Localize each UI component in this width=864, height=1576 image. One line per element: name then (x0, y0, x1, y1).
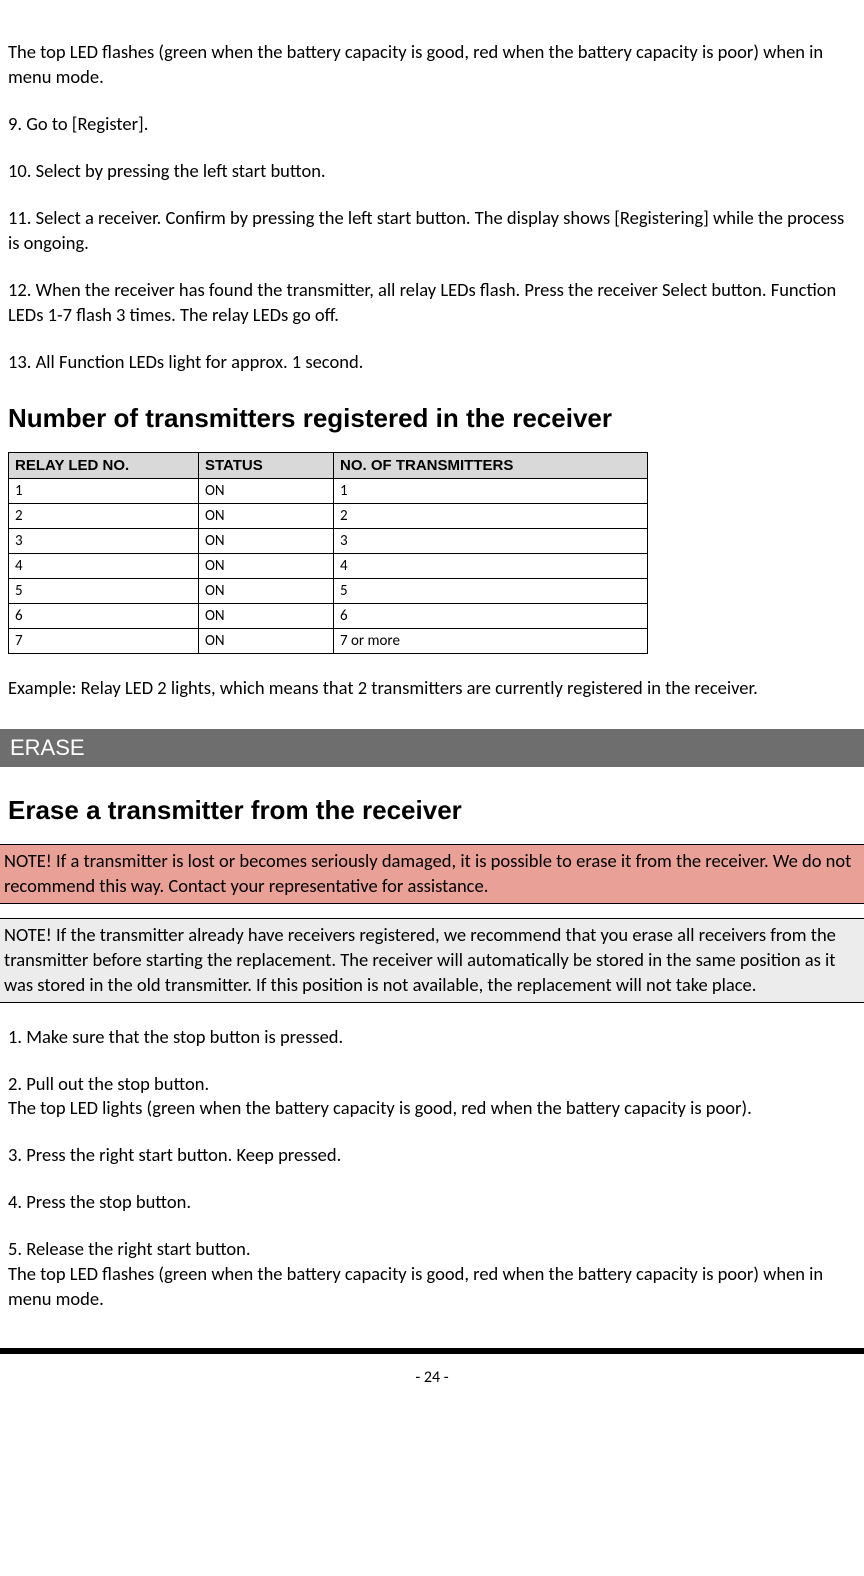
table-row: 2 ON 2 (9, 503, 648, 528)
cell-count: 5 (334, 578, 648, 603)
erase-step-2-line1: 2. Pull out the stop button. (8, 1072, 209, 1095)
cell-relay: 4 (9, 553, 199, 578)
cell-status: ON (199, 603, 334, 628)
step-10: 10. Select by pressing the left start bu… (8, 159, 856, 184)
cell-relay: 5 (9, 578, 199, 603)
cell-relay: 2 (9, 503, 199, 528)
step-9: 9. Go to [Register]. (8, 112, 856, 137)
table-row: 4 ON 4 (9, 553, 648, 578)
cell-status: ON (199, 578, 334, 603)
erase-step-5-line1: 5. Release the right start button. (8, 1237, 251, 1260)
cell-status: ON (199, 628, 334, 653)
table-row: 1 ON 1 (9, 478, 648, 503)
cell-count: 7 or more (334, 628, 648, 653)
cell-count: 3 (334, 528, 648, 553)
erase-step-5: 5. Release the right start button. The t… (8, 1237, 856, 1312)
cell-relay: 7 (9, 628, 199, 653)
note-warning-box: NOTE! If a transmitter is lost or become… (0, 844, 864, 904)
note-gray-box: NOTE! If the transmitter already have re… (0, 918, 864, 1003)
heading-transmitters-registered: Number of transmitters registered in the… (8, 403, 856, 434)
cell-status: ON (199, 553, 334, 578)
document-page: The top LED flashes (green when the batt… (0, 0, 864, 1312)
erase-step-5-line2: The top LED flashes (green when the batt… (8, 1262, 823, 1310)
intro-paragraph: The top LED flashes (green when the batt… (8, 40, 856, 90)
step-11: 11. Select a receiver. Confirm by pressi… (8, 206, 856, 256)
cell-relay: 1 (9, 478, 199, 503)
erase-step-2: 2. Pull out the stop button. The top LED… (8, 1072, 856, 1122)
table-row: 7 ON 7 or more (9, 628, 648, 653)
transmitters-table: RELAY LED NO. STATUS NO. OF TRANSMITTERS… (8, 452, 648, 654)
erase-step-2-line2: The top LED lights (green when the batte… (8, 1096, 752, 1119)
heading-erase-transmitter: Erase a transmitter from the receiver (8, 795, 856, 826)
section-bar-erase: ERASE (0, 729, 864, 767)
col-no-of-transmitters: NO. OF TRANSMITTERS (334, 452, 648, 478)
cell-count: 4 (334, 553, 648, 578)
step-12: 12. When the receiver has found the tran… (8, 278, 856, 328)
cell-count: 6 (334, 603, 648, 628)
cell-status: ON (199, 503, 334, 528)
cell-count: 1 (334, 478, 648, 503)
cell-relay: 6 (9, 603, 199, 628)
cell-relay: 3 (9, 528, 199, 553)
cell-count: 2 (334, 503, 648, 528)
erase-step-4: 4. Press the stop button. (8, 1190, 856, 1215)
col-status: STATUS (199, 452, 334, 478)
cell-status: ON (199, 478, 334, 503)
col-relay-led-no: RELAY LED NO. (9, 452, 199, 478)
erase-step-1: 1. Make sure that the stop button is pre… (8, 1025, 856, 1050)
erase-step-3: 3. Press the right start button. Keep pr… (8, 1143, 856, 1168)
cell-status: ON (199, 528, 334, 553)
page-number: - 24 - (0, 1354, 864, 1397)
example-text: Example: Relay LED 2 lights, which means… (8, 676, 856, 701)
table-row: 5 ON 5 (9, 578, 648, 603)
table-row: 3 ON 3 (9, 528, 648, 553)
table-header-row: RELAY LED NO. STATUS NO. OF TRANSMITTERS (9, 452, 648, 478)
table-row: 6 ON 6 (9, 603, 648, 628)
step-13: 13. All Function LEDs light for approx. … (8, 350, 856, 375)
